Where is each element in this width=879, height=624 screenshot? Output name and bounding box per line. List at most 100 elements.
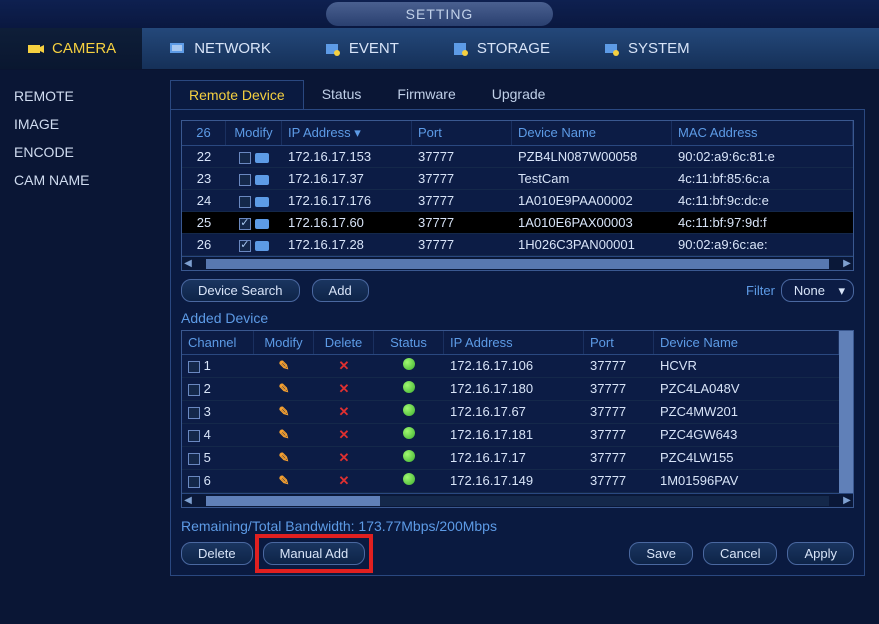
checkbox[interactable] — [239, 240, 251, 252]
device-search-button[interactable]: Device Search — [181, 279, 300, 302]
checkbox[interactable] — [239, 174, 251, 186]
row-modify[interactable] — [226, 168, 282, 189]
filter-select[interactable]: None ▾ — [781, 279, 854, 302]
row-channel: 4 — [182, 424, 254, 446]
hdr-ip[interactable]: IP Address ▾ — [282, 121, 412, 145]
row-ip: 172.16.17.149 — [444, 470, 584, 492]
tab-status[interactable]: Status — [304, 80, 380, 109]
row-port: 37777 — [584, 424, 654, 446]
checkbox[interactable] — [188, 384, 200, 396]
modify-button[interactable]: ✎ — [254, 355, 314, 377]
table-row[interactable]: 2✎✕172.16.17.18037777PZC4LA048V — [182, 378, 839, 401]
checkbox[interactable] — [188, 407, 200, 419]
sidebar-item-encode[interactable]: ENCODE — [14, 138, 160, 166]
row-device: PZC4GW643 — [654, 424, 839, 446]
modify-button[interactable]: ✎ — [254, 470, 314, 492]
hdr-port[interactable]: Port — [412, 121, 512, 145]
table-row[interactable]: 4✎✕ 172.16.17.18137777PZC4GW643 — [182, 424, 839, 447]
delete-button[interactable]: ✕ — [314, 355, 374, 377]
sidebar-item-remote[interactable]: REMOTE — [14, 82, 160, 110]
hdr-count[interactable]: 26 — [182, 121, 226, 145]
delete-button[interactable]: ✕ — [314, 447, 374, 469]
table-row[interactable]: 22 172.16.17.15337777PZB4LN087W0005890:0… — [182, 146, 853, 168]
row-index: 22 — [182, 146, 226, 167]
row-modify[interactable] — [226, 234, 282, 255]
hdr-status[interactable]: Status — [374, 331, 444, 354]
chevron-down-icon: ▾ — [838, 283, 845, 299]
remote-devices-grid: 26 Modify IP Address ▾ Port Device Name … — [181, 120, 854, 271]
table-row[interactable]: 26 172.16.17.28377771H026C3PAN0000190:02… — [182, 234, 853, 256]
delete-button[interactable]: ✕ — [314, 424, 374, 446]
hdr-port[interactable]: Port — [584, 331, 654, 354]
hdr-channel[interactable]: Channel — [182, 331, 254, 354]
modify-button[interactable]: ✎ — [254, 424, 314, 446]
scroll-left-icon[interactable]: ◀ — [182, 495, 194, 507]
nav-network[interactable]: NETWORK — [142, 28, 297, 69]
table-row[interactable]: 5✎✕172.16.17.1737777PZC4LW155 — [182, 447, 839, 470]
table-row[interactable]: 1✎✕172.16.17.10637777HCVR — [182, 355, 839, 378]
table-row[interactable]: 25 172.16.17.60377771A010E6PAX000034c:11… — [182, 212, 853, 234]
subtabs: Remote Device Status Firmware Upgrade — [170, 80, 865, 109]
scroll-track[interactable] — [206, 259, 829, 269]
apply-button[interactable]: Apply — [787, 542, 854, 565]
save-button[interactable]: Save — [629, 542, 693, 565]
checkbox[interactable] — [188, 453, 200, 465]
row-modify[interactable] — [226, 190, 282, 211]
filter-value: None — [794, 283, 825, 298]
modify-button[interactable]: ✎ — [254, 447, 314, 469]
row-modify[interactable] — [226, 212, 282, 233]
status-dot-icon — [403, 450, 415, 462]
cancel-button[interactable]: Cancel — [703, 542, 777, 565]
added-devices-grid: Channel Modify Delete Status IP Address … — [181, 330, 854, 508]
status-dot-icon — [403, 358, 415, 370]
row-status — [374, 470, 444, 492]
modify-button[interactable]: ✎ — [254, 378, 314, 400]
hscrollbar[interactable]: ◀ ▶ — [182, 256, 853, 270]
nav-camera[interactable]: CAMERA — [0, 28, 142, 69]
delete-button[interactable]: ✕ — [314, 401, 374, 423]
hdr-modify[interactable]: Modify — [254, 331, 314, 354]
checkbox[interactable] — [188, 476, 200, 488]
checkbox[interactable] — [239, 196, 251, 208]
table-row[interactable]: 6✎✕172.16.17.149377771M01596PAV — [182, 470, 839, 493]
scroll-right-icon[interactable]: ▶ — [841, 258, 853, 270]
sidebar-item-image[interactable]: IMAGE — [14, 110, 160, 138]
checkbox[interactable] — [239, 218, 251, 230]
hdr-device[interactable]: Device Name — [512, 121, 672, 145]
nav-system[interactable]: SYSTEM — [576, 28, 716, 69]
delete-button[interactable]: ✕ — [314, 470, 374, 492]
scroll-left-icon[interactable]: ◀ — [182, 258, 194, 270]
scroll-right-icon[interactable]: ▶ — [841, 495, 853, 507]
checkbox[interactable] — [188, 430, 200, 442]
sidebar-item-camname[interactable]: CAM NAME — [14, 166, 160, 194]
delete-button[interactable]: Delete — [181, 542, 253, 565]
tab-remote-device[interactable]: Remote Device — [170, 80, 304, 109]
checkbox[interactable] — [239, 152, 251, 164]
hdr-delete[interactable]: Delete — [314, 331, 374, 354]
nav-event[interactable]: EVENT — [297, 28, 425, 69]
vscrollbar[interactable] — [839, 331, 853, 493]
sidebar: REMOTE IMAGE ENCODE CAM NAME — [0, 70, 160, 624]
hscrollbar[interactable]: ◀ ▶ — [182, 493, 853, 507]
tab-upgrade[interactable]: Upgrade — [474, 80, 564, 109]
delete-button[interactable]: ✕ — [314, 378, 374, 400]
hdr-modify[interactable]: Modify — [226, 121, 282, 145]
table-row[interactable]: 24 172.16.17.176377771A010E9PAA000024c:1… — [182, 190, 853, 212]
hdr-mac[interactable]: MAC Address — [672, 121, 853, 145]
row-ip: 172.16.17.181 — [444, 424, 584, 446]
checkbox[interactable] — [188, 361, 200, 373]
hdr-device[interactable]: Device Name — [654, 331, 839, 354]
table-row[interactable]: 23 172.16.17.3737777TestCam4c:11:bf:85:6… — [182, 168, 853, 190]
row-device: TestCam — [512, 168, 672, 189]
manual-add-button[interactable]: Manual Add — [263, 542, 366, 565]
nav-label: EVENT — [349, 40, 399, 57]
modify-button[interactable]: ✎ — [254, 401, 314, 423]
scroll-track[interactable] — [206, 496, 829, 506]
pencil-icon: ✎ — [279, 381, 290, 396]
tab-firmware[interactable]: Firmware — [379, 80, 473, 109]
nav-storage[interactable]: STORAGE — [425, 28, 576, 69]
row-modify[interactable] — [226, 146, 282, 167]
table-row[interactable]: 3✎✕172.16.17.6737777PZC4MW201 — [182, 401, 839, 424]
add-button[interactable]: Add — [312, 279, 369, 302]
hdr-ip[interactable]: IP Address — [444, 331, 584, 354]
